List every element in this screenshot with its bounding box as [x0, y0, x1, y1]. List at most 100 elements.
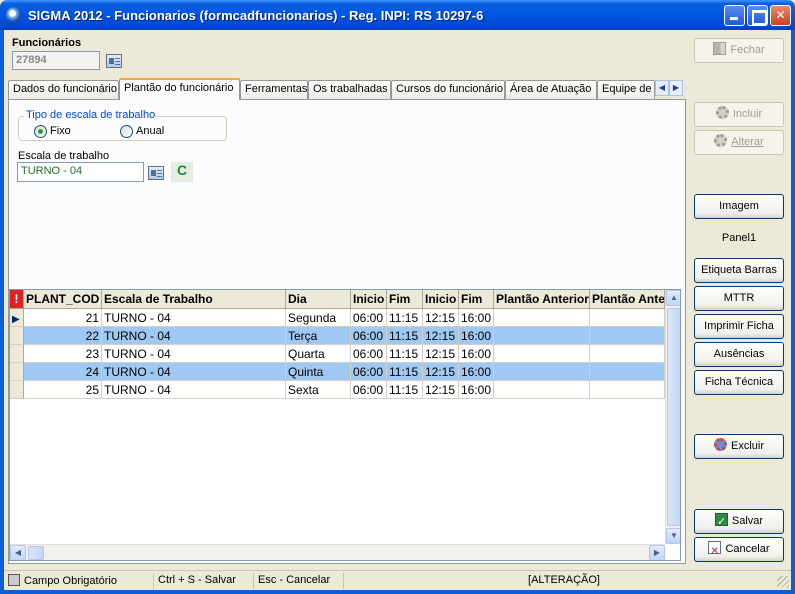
table-cell[interactable]	[494, 363, 590, 381]
cancel-button[interactable]: Cancelar	[694, 537, 784, 563]
tech-sheet-button[interactable]: Ficha Técnica	[694, 370, 784, 395]
table-row[interactable]: 25 TURNO - 04 Sexta 06:00 11:15 12:15 16:00	[10, 381, 666, 399]
table-cell[interactable]: 06:00	[351, 327, 387, 345]
horizontal-scroll-thumb[interactable]	[28, 546, 44, 560]
close-window-button[interactable]: ✕	[770, 5, 791, 26]
table-cell[interactable]: 11:15	[387, 381, 423, 399]
table-cell[interactable]: 06:00	[351, 345, 387, 363]
tab-scroll-right-icon[interactable]: ▶	[669, 80, 683, 96]
radio-anual[interactable]	[120, 125, 133, 138]
table-cell[interactable]: 11:15	[387, 327, 423, 345]
table-cell[interactable]: 11:15	[387, 309, 423, 327]
col-header-inicio-1[interactable]: Inicio	[351, 290, 387, 309]
grid-vertical-scrollbar[interactable]: ▲ ▼	[665, 290, 680, 544]
table-cell[interactable]	[494, 345, 590, 363]
clear-scale-icon[interactable]: C	[171, 162, 193, 182]
table-cell[interactable]: TURNO - 04	[102, 327, 286, 345]
resize-grip-icon[interactable]	[777, 576, 789, 588]
radio-anual-label[interactable]: Anual	[136, 125, 164, 137]
table-cell[interactable]	[590, 309, 665, 327]
table-row[interactable]: 24 TURNO - 04 Quinta 06:00 11:15 12:15 16:00	[10, 363, 666, 381]
save-button[interactable]: Salvar	[694, 509, 784, 534]
tab-os-trabalhadas[interactable]: Os trabalhadas	[308, 80, 391, 99]
table-cell[interactable]: Sexta	[286, 381, 351, 399]
barcode-label-button[interactable]: Etiqueta Barras	[694, 258, 784, 283]
table-cell[interactable]	[590, 363, 665, 381]
delete-button[interactable]: Excluir	[694, 434, 784, 459]
col-header-plantao-anterior[interactable]: Plantão Anterior	[494, 290, 590, 309]
table-cell[interactable]: 06:00	[351, 309, 387, 327]
table-row[interactable]: 23 TURNO - 04 Quarta 06:00 11:15 12:15 16:00	[10, 345, 666, 363]
table-cell[interactable]: Segunda	[286, 309, 351, 327]
edit-button[interactable]: Alterar	[694, 130, 784, 155]
absences-button[interactable]: Ausências	[694, 342, 784, 367]
scroll-up-icon[interactable]: ▲	[666, 290, 680, 306]
table-cell[interactable]: 11:15	[387, 345, 423, 363]
table-cell[interactable]: 12:15	[423, 363, 459, 381]
table-cell[interactable]: 21	[24, 309, 102, 327]
col-header-plant-cod[interactable]: PLANT_COD	[24, 290, 102, 309]
table-cell[interactable]: 06:00	[351, 363, 387, 381]
tab-scroll-left-icon[interactable]: ◀	[655, 80, 669, 96]
employee-id-field[interactable]: 27894	[12, 51, 100, 70]
col-header-inicio-2[interactable]: Inicio	[423, 290, 459, 309]
table-cell[interactable]	[590, 327, 665, 345]
table-cell[interactable]: TURNO - 04	[102, 309, 286, 327]
scroll-down-icon[interactable]: ▼	[666, 528, 680, 544]
table-cell[interactable]: 25	[24, 381, 102, 399]
table-cell[interactable]: Quarta	[286, 345, 351, 363]
col-header-fim-2[interactable]: Fim	[459, 290, 494, 309]
table-cell[interactable]: 23	[24, 345, 102, 363]
table-cell[interactable]: 11:15	[387, 363, 423, 381]
work-scale-lookup-icon[interactable]	[148, 166, 164, 180]
table-cell[interactable]: 22	[24, 327, 102, 345]
table-cell[interactable]	[590, 345, 665, 363]
table-cell[interactable]: 24	[24, 363, 102, 381]
grid-horizontal-scrollbar[interactable]: ◀ ▶	[10, 544, 665, 560]
table-row[interactable]: ▶ 21 TURNO - 04 Segunda 06:00 11:15 12:15 16:00	[10, 309, 666, 327]
lookup-card-icon[interactable]	[106, 54, 122, 68]
table-cell[interactable]: 06:00	[351, 381, 387, 399]
table-cell[interactable]: TURNO - 04	[102, 363, 286, 381]
tab-equipe[interactable]: Equipe de	[597, 80, 655, 99]
col-header-plantao-ante[interactable]: Plantão Ante	[590, 290, 665, 309]
scroll-left-icon[interactable]: ◀	[10, 545, 26, 560]
close-button[interactable]: Fechar	[694, 38, 784, 63]
scroll-right-icon[interactable]: ▶	[649, 545, 665, 560]
radio-fixo[interactable]	[34, 125, 47, 138]
work-scale-field[interactable]: TURNO - 04	[17, 162, 144, 182]
current-row-indicator-icon[interactable]: ▶	[10, 309, 24, 327]
minimize-button[interactable]	[724, 5, 745, 26]
row-indicator[interactable]	[10, 363, 24, 381]
table-cell[interactable]: 16:00	[459, 363, 494, 381]
table-cell[interactable]: 16:00	[459, 381, 494, 399]
print-sheet-button[interactable]: Imprimir Ficha	[694, 314, 784, 339]
image-button[interactable]: Imagem	[694, 194, 784, 219]
tab-area-atuacao[interactable]: Área de Atuação	[505, 80, 597, 99]
row-indicator[interactable]	[10, 345, 24, 363]
tab-ferramentas[interactable]: Ferramentas	[240, 80, 308, 99]
table-cell[interactable]: 16:00	[459, 345, 494, 363]
table-cell[interactable]: 12:15	[423, 381, 459, 399]
table-cell[interactable]	[494, 381, 590, 399]
table-cell[interactable]: TURNO - 04	[102, 381, 286, 399]
table-cell[interactable]: Terça	[286, 327, 351, 345]
col-header-dia[interactable]: Dia	[286, 290, 351, 309]
mttr-button[interactable]: MTTR	[694, 286, 784, 311]
col-header-escala[interactable]: Escala de Trabalho	[102, 290, 286, 309]
table-cell[interactable]: 12:15	[423, 309, 459, 327]
tab-plantao-funcionario[interactable]: Plantão do funcionário	[119, 78, 240, 100]
vertical-scroll-thumb[interactable]	[667, 308, 680, 526]
table-cell[interactable]	[494, 309, 590, 327]
table-cell[interactable]: 12:15	[423, 327, 459, 345]
table-cell[interactable]	[590, 381, 665, 399]
col-header-fim-1[interactable]: Fim	[387, 290, 423, 309]
table-cell[interactable]: 16:00	[459, 327, 494, 345]
row-indicator[interactable]	[10, 381, 24, 399]
table-cell[interactable]: 12:15	[423, 345, 459, 363]
maximize-button[interactable]	[747, 5, 768, 26]
table-row[interactable]: 22 TURNO - 04 Terça 06:00 11:15 12:15 16:00	[10, 327, 666, 345]
row-indicator[interactable]	[10, 327, 24, 345]
table-cell[interactable]: Quinta	[286, 363, 351, 381]
table-cell[interactable]	[494, 327, 590, 345]
